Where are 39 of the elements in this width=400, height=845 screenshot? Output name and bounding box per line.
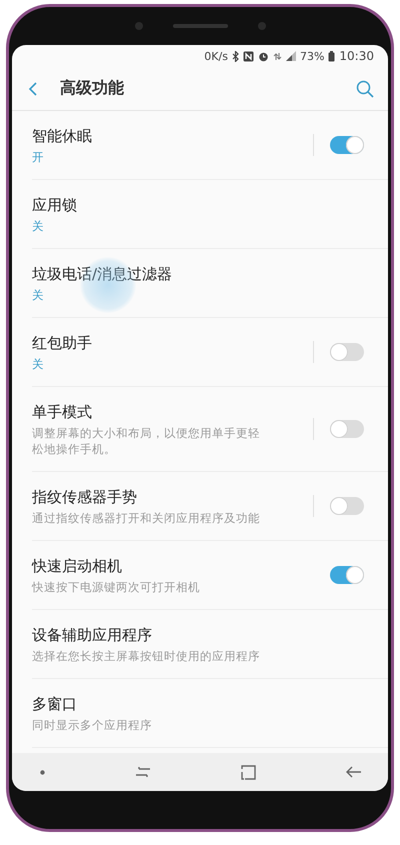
data-arrows-icon <box>272 50 282 62</box>
battery-percent: 73% <box>300 50 324 62</box>
camera-icon <box>258 22 266 30</box>
setting-title: 指纹传感器手势 <box>32 487 138 508</box>
recents-button[interactable] <box>135 766 151 778</box>
home-button[interactable] <box>241 764 256 780</box>
setting-title: 快速启动相机 <box>32 556 123 577</box>
setting-title: 多窗口 <box>32 694 78 715</box>
signal-icon <box>286 51 296 61</box>
setting-description: 通过指纹传感器打开和关闭应用程序及功能 <box>32 510 260 526</box>
dot-icon[interactable] <box>40 770 45 774</box>
toggle-switch[interactable] <box>330 566 364 584</box>
network-speed: 0K/s <box>204 50 228 62</box>
toggle-switch[interactable] <box>330 136 364 154</box>
toggle-switch[interactable] <box>330 420 364 438</box>
setting-title: 智能休眠 <box>32 126 93 147</box>
setting-title: 垃圾电话/消息过滤器 <box>32 264 174 285</box>
setting-title: 红包助手 <box>32 333 93 354</box>
page-title: 高级功能 <box>60 78 125 99</box>
setting-status: 关 <box>32 218 45 234</box>
setting-description: 同时显示多个应用程序 <box>32 717 153 733</box>
speaker-grille <box>172 24 228 28</box>
setting-title: 单手模式 <box>32 402 93 423</box>
alarm-icon <box>258 50 269 62</box>
setting-description: 快速按下电源键两次可打开相机 <box>32 579 201 595</box>
toggle-switch[interactable] <box>330 343 364 361</box>
clock-time: 10:30 <box>339 49 374 63</box>
setting-title: 设备辅助应用程序 <box>32 625 153 646</box>
setting-status: 开 <box>32 149 45 165</box>
setting-status: 关 <box>32 356 45 372</box>
setting-title: 应用锁 <box>32 195 78 216</box>
toggle-switch[interactable] <box>330 497 364 515</box>
back-nav-button[interactable] <box>346 766 362 778</box>
battery-icon <box>328 50 336 62</box>
setting-description: 调整屏幕的大小和布局，以便您用单手更轻松地操作手机。 <box>32 425 260 457</box>
setting-description: 选择在您长按主屏幕按钮时使用的应用程序 <box>32 648 260 664</box>
nfc-icon <box>242 50 254 62</box>
setting-status: 关 <box>32 287 45 303</box>
bluetooth-icon <box>232 50 239 62</box>
